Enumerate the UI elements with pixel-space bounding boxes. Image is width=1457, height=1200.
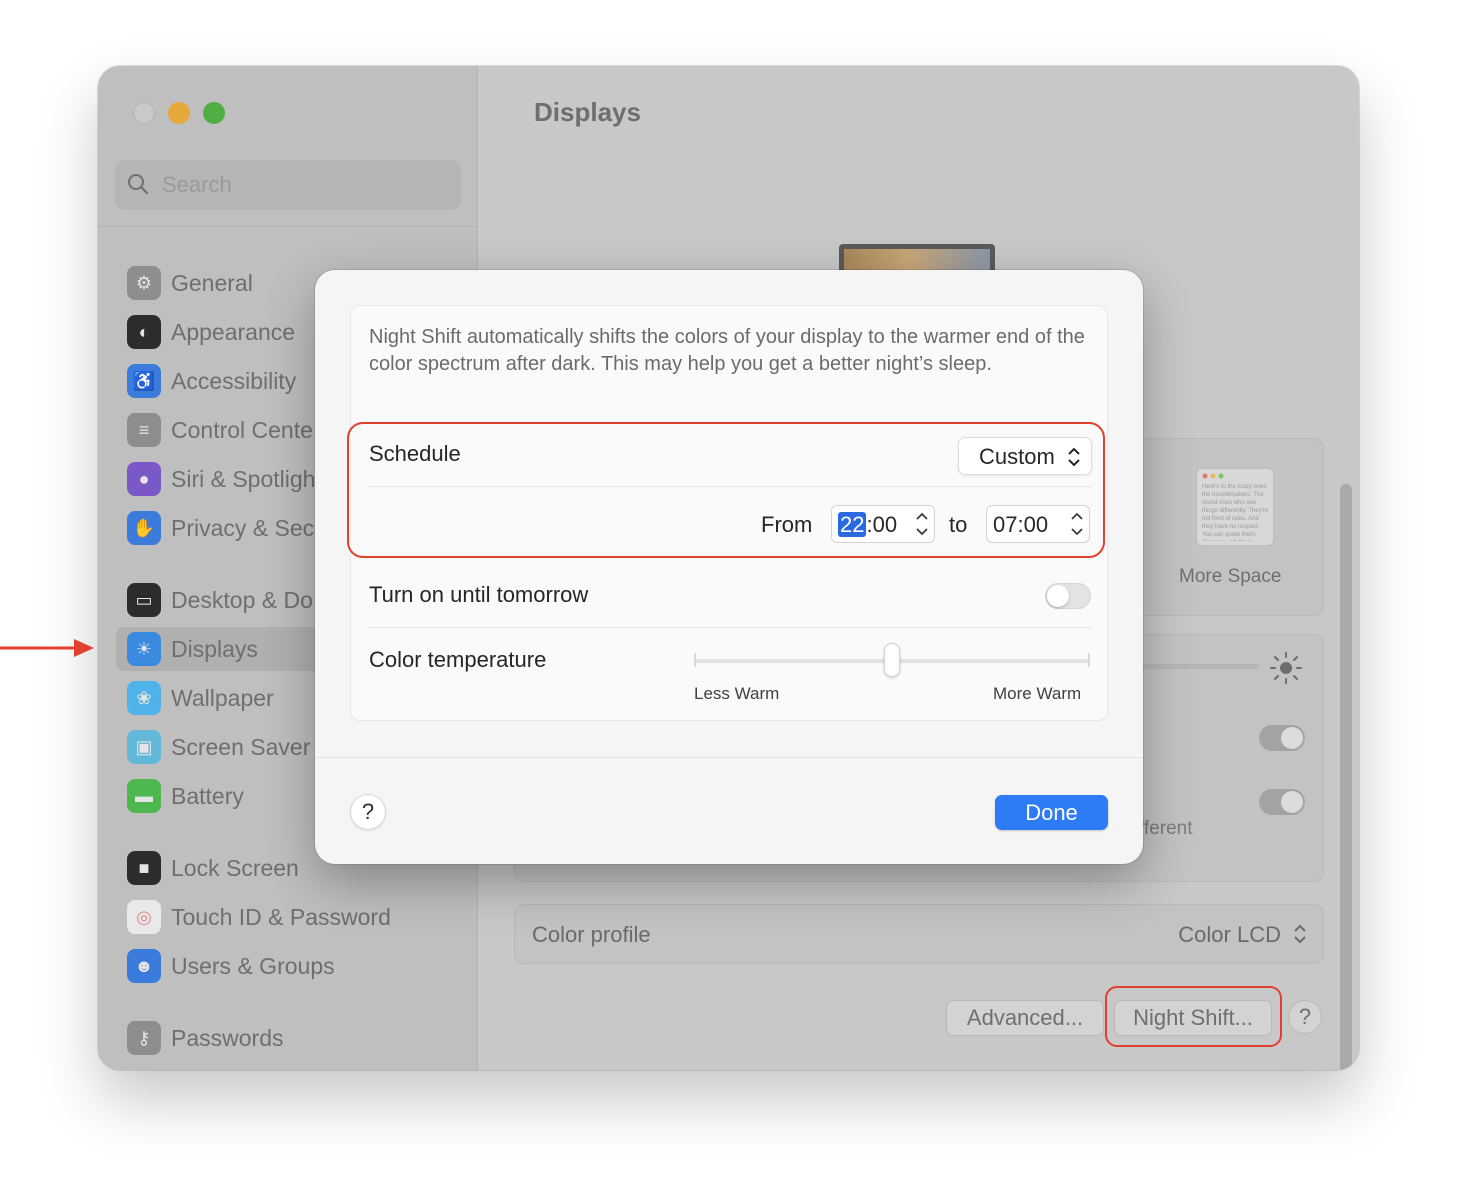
preview-text: Here's to the crazy ones the troublemake… bbox=[1202, 484, 1269, 541]
sidebar-item-label: General bbox=[171, 270, 253, 296]
color-temperature-label: Color temperature bbox=[369, 647, 547, 672]
help-button[interactable]: ? bbox=[1288, 1000, 1322, 1034]
more-space-preview[interactable]: Here's to the crazy ones the troublemake… bbox=[1196, 468, 1274, 546]
help-button[interactable]: ? bbox=[350, 794, 386, 830]
sidebar-item-label: Accessibility bbox=[171, 368, 297, 394]
more-space-label: More Space bbox=[1179, 566, 1282, 587]
schedule-value: Custom bbox=[979, 444, 1055, 469]
from-minutes[interactable]: :00 bbox=[866, 512, 897, 537]
desktop-icon: ▭ bbox=[127, 583, 161, 617]
slider-tick-start bbox=[694, 653, 696, 667]
auto-brightness-toggle[interactable] bbox=[1259, 725, 1305, 751]
display-icon: ☀ bbox=[127, 632, 161, 666]
brightness-slider-track[interactable] bbox=[1139, 664, 1259, 669]
sidebar-item-label: Screen Saver bbox=[171, 734, 311, 760]
users-icon: ☻ bbox=[127, 949, 161, 983]
truncated-description: fferent bbox=[1139, 818, 1193, 839]
sidebar-item-users-groups[interactable]: ☻ Users & Groups bbox=[116, 944, 466, 988]
turn-on-until-tomorrow-toggle[interactable] bbox=[1045, 583, 1091, 609]
color-profile-popup[interactable]: Color LCD bbox=[1178, 922, 1281, 948]
scrollbar[interactable] bbox=[1340, 484, 1352, 1070]
from-hour-selected[interactable]: 22 bbox=[838, 512, 867, 537]
fingerprint-icon: ◎ bbox=[127, 900, 161, 934]
to-label: to bbox=[949, 512, 968, 537]
done-button[interactable]: Done bbox=[995, 795, 1108, 830]
advanced-button[interactable]: Advanced... bbox=[946, 1000, 1104, 1036]
from-time-field[interactable]: 22:00 bbox=[831, 505, 935, 543]
siri-icon: ● bbox=[127, 462, 161, 496]
less-warm-label: Less Warm bbox=[694, 684, 780, 703]
color-profile-label: Color profile bbox=[532, 922, 651, 947]
key-icon: ⚷ bbox=[127, 1021, 161, 1055]
close-button[interactable] bbox=[133, 102, 155, 124]
search-field[interactable]: Search bbox=[115, 160, 461, 210]
brightness-icon bbox=[1270, 652, 1302, 684]
control-center-icon: ≡ bbox=[127, 413, 161, 447]
from-time-stepper[interactable] bbox=[914, 509, 930, 539]
accessibility-icon: ♿ bbox=[127, 364, 161, 398]
to-time-field[interactable]: 07:00 bbox=[986, 505, 1090, 543]
night-shift-highlight bbox=[1105, 986, 1282, 1047]
to-time[interactable]: 07:00 bbox=[993, 512, 1048, 538]
to-time-stepper[interactable] bbox=[1069, 509, 1085, 539]
search-placeholder: Search bbox=[162, 172, 232, 197]
footer-separator bbox=[315, 757, 1143, 758]
page-title: Displays bbox=[534, 97, 641, 127]
sidebar-item-label: Privacy & Sec bbox=[171, 515, 315, 541]
appearance-icon: ◐ bbox=[127, 315, 161, 349]
sidebar-item-label: Control Cente bbox=[171, 417, 313, 443]
sidebar-item-label: Lock Screen bbox=[171, 855, 299, 881]
from-label: From bbox=[761, 512, 813, 537]
night-shift-description: Night Shift automatically shifts the col… bbox=[369, 326, 1085, 375]
sidebar-item-passwords[interactable]: ⚷ Passwords bbox=[116, 1016, 466, 1060]
sidebar-item-label: Passwords bbox=[171, 1025, 284, 1051]
sidebar-item-label: Appearance bbox=[171, 319, 296, 345]
wallpaper-icon: ❀ bbox=[127, 681, 161, 715]
battery-icon: ▬ bbox=[127, 779, 161, 813]
sidebar-item-label: Displays bbox=[171, 636, 258, 662]
night-shift-sheet: Night Shift automatically shifts the col… bbox=[315, 270, 1143, 864]
true-tone-toggle[interactable] bbox=[1259, 789, 1305, 815]
chevron-updown-icon bbox=[1068, 447, 1080, 467]
sidebar-item-label: Wallpaper bbox=[171, 685, 274, 711]
gear-icon: ⚙ bbox=[127, 266, 161, 300]
zoom-button[interactable] bbox=[203, 102, 225, 124]
sidebar-item-label: Users & Groups bbox=[171, 953, 335, 979]
sidebar-item-label: Touch ID & Password bbox=[171, 904, 391, 930]
hand-icon: ✋ bbox=[127, 511, 161, 545]
more-warm-label: More Warm bbox=[993, 684, 1082, 703]
schedule-popup[interactable]: Custom bbox=[958, 437, 1092, 475]
arrow-icon bbox=[0, 639, 94, 657]
minimize-button[interactable] bbox=[168, 102, 190, 124]
color-temperature-thumb[interactable] bbox=[884, 643, 900, 677]
mini-traffic-lights bbox=[1202, 473, 1224, 479]
sidebar-item-label: Battery bbox=[171, 783, 244, 809]
sidebar-item-label: Desktop & Do bbox=[171, 587, 313, 613]
lock-icon: ■ bbox=[127, 851, 161, 885]
color-profile-row: Color profile Color LCD bbox=[514, 904, 1324, 964]
night-shift-settings-group: Night Shift automatically shifts the col… bbox=[350, 305, 1108, 721]
row-separator bbox=[369, 486, 1091, 487]
schedule-label: Schedule bbox=[369, 441, 461, 466]
screen-saver-icon: ▣ bbox=[127, 730, 161, 764]
slider-tick-end bbox=[1088, 653, 1090, 667]
chevron-updown-icon bbox=[1294, 924, 1306, 944]
search-icon bbox=[128, 174, 149, 195]
sidebar-item-touch-id-password[interactable]: ◎ Touch ID & Password bbox=[116, 895, 466, 939]
turn-on-label: Turn on until tomorrow bbox=[369, 582, 589, 607]
sidebar-item-label: Siri & Spotligh bbox=[171, 466, 316, 492]
row-separator bbox=[369, 627, 1091, 628]
sidebar-divider bbox=[98, 226, 478, 227]
